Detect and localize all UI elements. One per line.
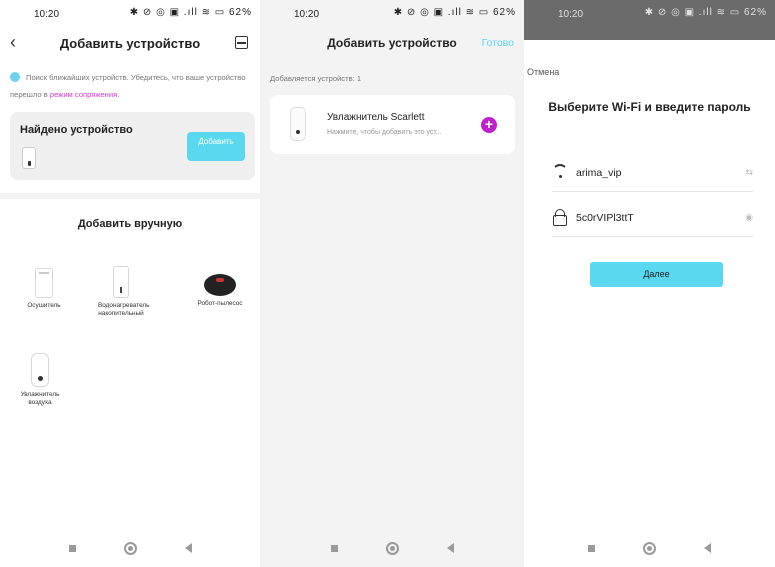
device-subtitle: Нажмите, чтобы добавить это уст...: [327, 129, 442, 136]
swap-icon[interactable]: ⇆: [745, 167, 753, 178]
next-button[interactable]: Далее: [590, 262, 723, 287]
wifi-icon: [552, 164, 568, 180]
humidifier-icon: [290, 107, 306, 141]
plus-icon[interactable]: +: [481, 117, 497, 133]
status-bar: 10:20 ✱ ⊘ ◎ ▣ .ıll ≋ ▭ 62%: [260, 0, 524, 30]
header: ‹ Добавить устройство: [0, 32, 260, 58]
wifi-ssid-field[interactable]: arima_vip ⇆: [552, 156, 753, 192]
done-button[interactable]: Готово: [482, 37, 514, 49]
system-nav-bar: [260, 529, 524, 567]
page-title: Добавить устройство: [59, 36, 201, 51]
recents-icon[interactable]: [330, 544, 338, 552]
device-water-heater[interactable]: Водонагреватель накопительный: [98, 266, 149, 317]
cancel-button[interactable]: Отмена: [527, 67, 559, 77]
screen-wifi-setup: 10:20 ✱ ⊘ ◎ ▣ .ıll ≋ ▭ 62% Отмена Выбери…: [524, 0, 775, 567]
found-device-card: Найдено устройство Добавить: [10, 112, 255, 180]
back-icon[interactable]: [704, 543, 711, 553]
password-field[interactable]: 5c0rVIPl3ttT ◉: [552, 201, 753, 237]
ssid-value: arima_vip: [576, 167, 622, 179]
water-heater-icon: [113, 266, 129, 298]
hint-text: Поиск ближайших устройств. Убедитесь, чт…: [10, 73, 246, 99]
radar-icon: [10, 72, 20, 82]
lock-icon: [552, 209, 568, 226]
status-time: 10:20: [34, 9, 60, 20]
sheet-title: Выберите Wi-Fi и введите пароль: [548, 100, 751, 114]
home-icon[interactable]: [385, 541, 399, 555]
device-label: Водонагреватель накопительный: [98, 302, 150, 317]
status-bar: 10:20 ✱ ⊘ ◎ ▣ .ıll ≋ ▭ 62%: [0, 0, 260, 30]
scan-icon[interactable]: [235, 36, 248, 49]
recents-icon[interactable]: [68, 544, 76, 552]
home-icon[interactable]: [643, 541, 656, 555]
password-value: 5c0rVIPl3ttT: [576, 212, 634, 224]
add-button[interactable]: Добавить: [187, 132, 245, 161]
back-icon[interactable]: [184, 543, 192, 553]
back-icon[interactable]: [446, 543, 454, 553]
screen-add-device: 10:20 ✱ ⊘ ◎ ▣ .ıll ≋ ▭ 62% ‹ Добавить ус…: [0, 0, 260, 567]
home-icon[interactable]: [123, 541, 137, 555]
device-name: Увлажнитель Scarlett: [327, 112, 425, 123]
hint-end: .: [117, 90, 120, 99]
status-bar: 10:20 ✱ ⊘ ◎ ▣ .ıll ≋ ▭ 62%: [524, 0, 775, 30]
adding-count: Добавляется устройств: 1: [270, 74, 362, 83]
divider: [0, 193, 260, 199]
search-hint: Поиск ближайших устройств. Убедитесь, чт…: [10, 69, 252, 103]
system-nav-bar: [524, 529, 775, 567]
dehumidifier-icon: [35, 268, 53, 298]
status-time: 10:20: [558, 9, 584, 20]
wifi-sheet: Отмена Выберите Wi-Fi и введите пароль a…: [524, 40, 775, 567]
manual-add-title: Добавить вручную: [77, 218, 183, 230]
found-device-title: Найдено устройство: [20, 124, 133, 136]
humidifier-icon: [22, 147, 36, 169]
device-dehumidifier[interactable]: Осушитель: [14, 268, 74, 310]
device-air-humidifier[interactable]: Увлажнитель воздуха: [20, 353, 60, 406]
system-nav-bar: [0, 529, 260, 567]
status-time: 10:20: [294, 9, 320, 20]
screen-adding-device: 10:20 ✱ ⊘ ◎ ▣ .ıll ≋ ▭ 62% Добавить устр…: [260, 0, 524, 567]
robot-vacuum-icon: [204, 274, 236, 296]
dim-overlay: 10:20 ✱ ⊘ ◎ ▣ .ıll ≋ ▭ 62%: [524, 0, 775, 40]
device-label: Осушитель: [27, 302, 61, 309]
pairing-mode-link[interactable]: режим сопряжения: [50, 90, 117, 99]
device-robot-vacuum[interactable]: Робот-пылесос: [189, 274, 251, 308]
recents-icon[interactable]: [588, 544, 595, 552]
device-label: Увлажнитель воздуха: [20, 391, 60, 406]
device-label: Робот-пылесос: [197, 300, 243, 307]
status-icons: ✱ ⊘ ◎ ▣ .ıll ≋ ▭ 62%: [129, 7, 252, 18]
eye-icon[interactable]: ◉: [745, 212, 753, 223]
humidifier-icon: [31, 353, 49, 387]
status-icons: ✱ ⊘ ◎ ▣ .ıll ≋ ▭ 62%: [393, 7, 516, 18]
status-icons: ✱ ⊘ ◎ ▣ .ıll ≋ ▭ 62%: [644, 7, 767, 18]
device-card[interactable]: Увлажнитель Scarlett Нажмите, чтобы доба…: [270, 95, 515, 154]
